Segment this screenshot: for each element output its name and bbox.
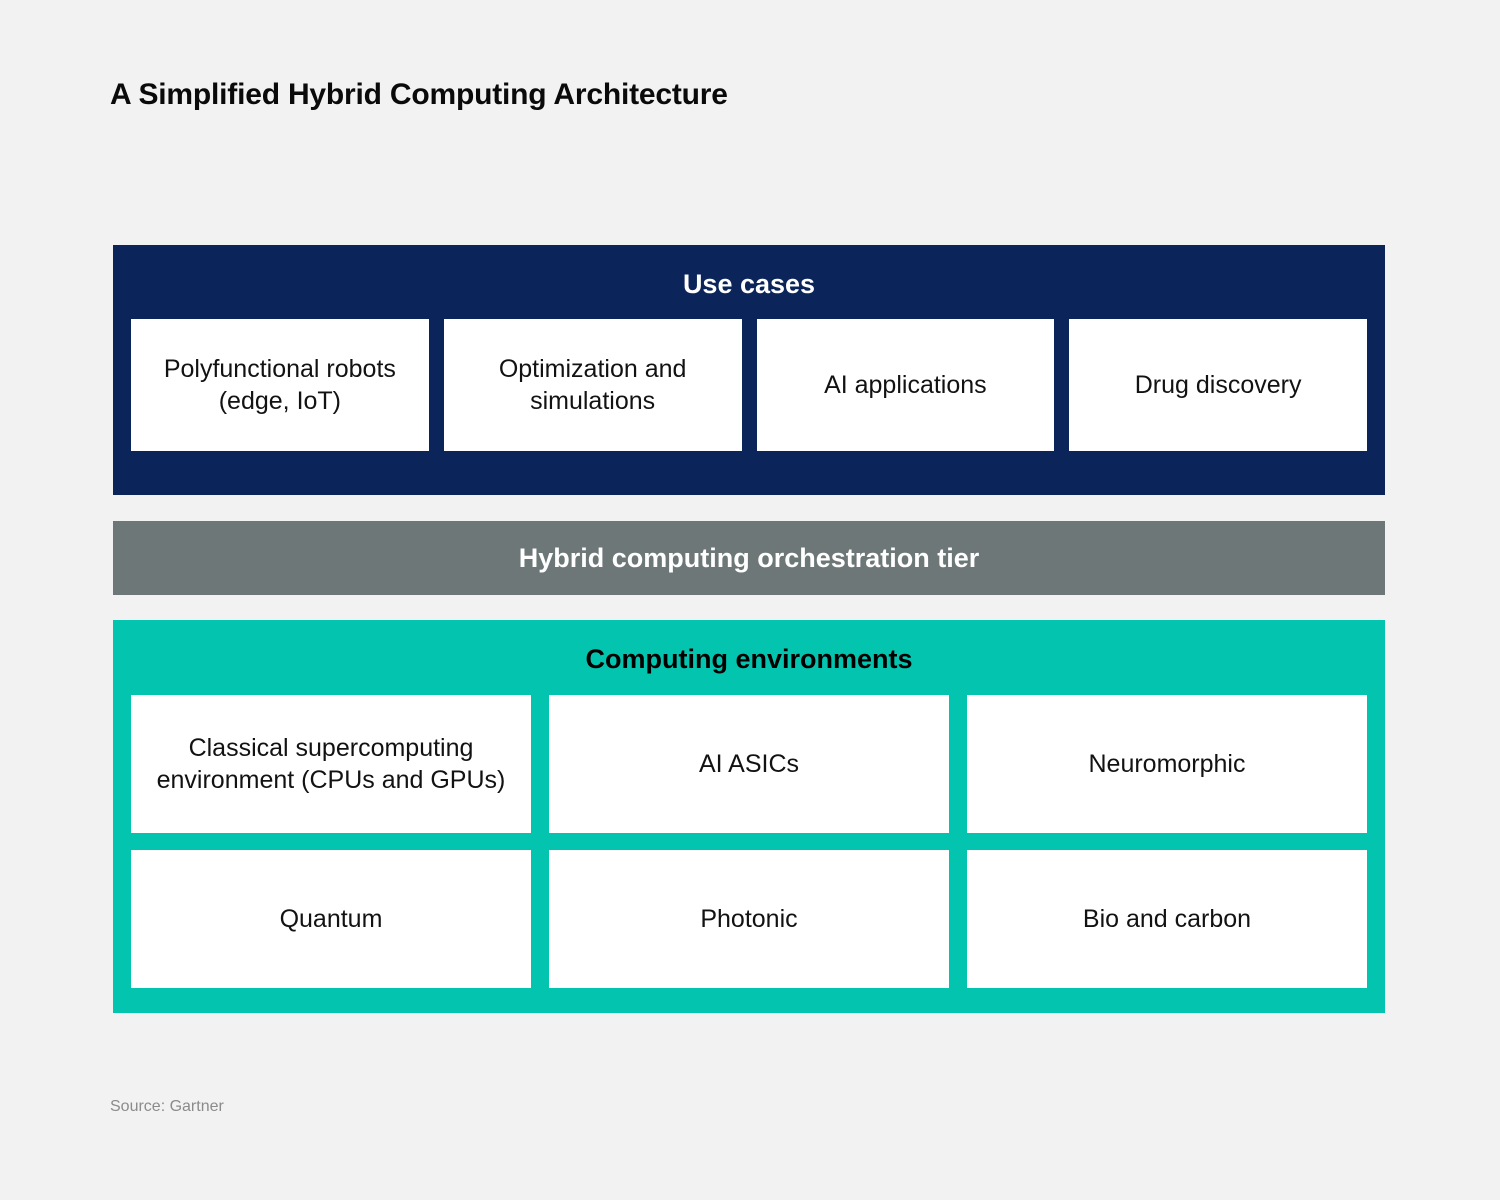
environment-card[interactable]: Neuromorphic [967, 695, 1367, 833]
use-case-card[interactable]: Polyfunctional robots (edge, IoT) [131, 319, 429, 451]
environments-card-row-2: Quantum Photonic Bio and carbon [113, 850, 1385, 988]
environment-card[interactable]: Classical supercomputing environment (CP… [131, 695, 531, 833]
environment-card[interactable]: Photonic [549, 850, 949, 988]
tier-computing-environments: Computing environments Classical superco… [113, 620, 1385, 1013]
tier-use-cases-heading: Use cases [682, 269, 816, 299]
environment-card[interactable]: AI ASICs [549, 695, 949, 833]
tier-orchestration-heading: Hybrid computing orchestration tier [518, 542, 980, 573]
page-title: A Simplified Hybrid Computing Architectu… [110, 78, 728, 111]
tier-computing-environments-heading: Computing environments [585, 644, 913, 674]
source-attribution: Source: Gartner [110, 1098, 224, 1115]
use-case-card[interactable]: Drug discovery [1069, 319, 1367, 451]
use-case-card[interactable]: Optimization and simulations [443, 319, 742, 451]
tier-use-cases: Use cases Polyfunctional robots (edge, I… [113, 245, 1385, 495]
environment-card[interactable]: Bio and carbon [967, 850, 1367, 988]
use-cases-card-row: Polyfunctional robots (edge, IoT) Optimi… [113, 319, 1385, 451]
use-case-card[interactable]: AI applications [756, 319, 1055, 451]
environments-card-row-1: Classical supercomputing environment (CP… [113, 695, 1385, 833]
diagram-canvas: A Simplified Hybrid Computing Architectu… [0, 0, 1500, 1200]
tier-orchestration: Hybrid computing orchestration tier [113, 521, 1385, 595]
environment-card[interactable]: Quantum [131, 850, 531, 988]
